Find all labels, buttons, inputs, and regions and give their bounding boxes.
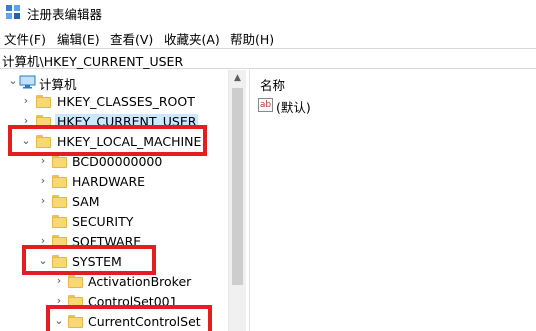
scroll-thumb[interactable] [232, 88, 243, 285]
tree-item-sam[interactable]: › SAM [0, 192, 228, 212]
column-header-name[interactable]: 名称 [260, 75, 285, 94]
address-path: 计算机\HKEY_CURRENT_USER [2, 54, 184, 69]
chevron-right-icon[interactable]: › [37, 154, 49, 168]
menu-favorites[interactable]: 收藏夹(A) [164, 29, 220, 48]
tree-item-label: HARDWARE [72, 174, 146, 189]
tree-item-hkey-classes-root[interactable]: › HKEY_CLASSES_ROOT [0, 92, 228, 112]
folder-icon [52, 175, 67, 188]
tree-item-activationbroker[interactable]: › ActivationBroker [0, 272, 228, 292]
tree-item-label: 计算机 [39, 77, 77, 92]
chevron-right-icon[interactable]: › [37, 174, 49, 188]
scroll-up-arrow-icon[interactable]: ▲ [229, 70, 246, 87]
string-value-icon: ab [258, 98, 273, 112]
chevron-down-icon[interactable]: ⌄ [7, 74, 19, 88]
highlight-box-hkey-local-machine [8, 125, 207, 156]
highlight-box-system [22, 245, 156, 275]
tree-item-label: BCD00000000 [72, 154, 163, 169]
chevron-right-icon[interactable]: › [53, 274, 65, 288]
menu-view[interactable]: 查看(V) [110, 29, 153, 48]
menu-file[interactable]: 文件(F) [4, 29, 46, 48]
folder-icon [36, 95, 51, 108]
value-row[interactable]: ab (默认) [258, 97, 458, 115]
value-list: 名称 ab (默认) [250, 70, 536, 331]
folder-icon [52, 195, 67, 208]
folder-icon [52, 215, 67, 228]
folder-icon [52, 155, 67, 168]
computer-icon [19, 75, 36, 89]
tree-item-label: SECURITY [72, 214, 134, 229]
chevron-right-icon[interactable]: › [20, 94, 32, 108]
folder-icon [68, 275, 83, 288]
menu-help[interactable]: 帮助(H) [230, 29, 274, 48]
tree-item-label: ActivationBroker [88, 274, 192, 289]
chevron-right-icon[interactable]: › [37, 194, 49, 208]
menu-bar: 文件(F) 编辑(E) 查看(V) 收藏夹(A) 帮助(H) [0, 26, 536, 48]
tree-item-label: HKEY_CLASSES_ROOT [57, 94, 195, 109]
key-tree: ⌄ 计算机 › HKEY_CLASSES_ROOT › HKEY_CURRENT… [0, 70, 246, 331]
value-name: (默认) [276, 100, 311, 115]
menu-edit[interactable]: 编辑(E) [57, 29, 100, 48]
tree-scrollbar[interactable]: ▲ [228, 70, 246, 331]
tree-item-hardware[interactable]: › HARDWARE [0, 172, 228, 192]
title-bar: 注册表编辑器 [0, 0, 536, 26]
tree-item-computer[interactable]: ⌄ 计算机 [0, 72, 228, 92]
tree-item-security[interactable]: SECURITY [0, 212, 228, 232]
window-title: 注册表编辑器 [27, 7, 103, 22]
regedit-app-icon [6, 5, 20, 19]
address-bar[interactable]: 计算机\HKEY_CURRENT_USER [0, 48, 536, 69]
tree-item-label: SAM [72, 194, 100, 209]
highlight-box-currentcontrolset [46, 305, 212, 331]
